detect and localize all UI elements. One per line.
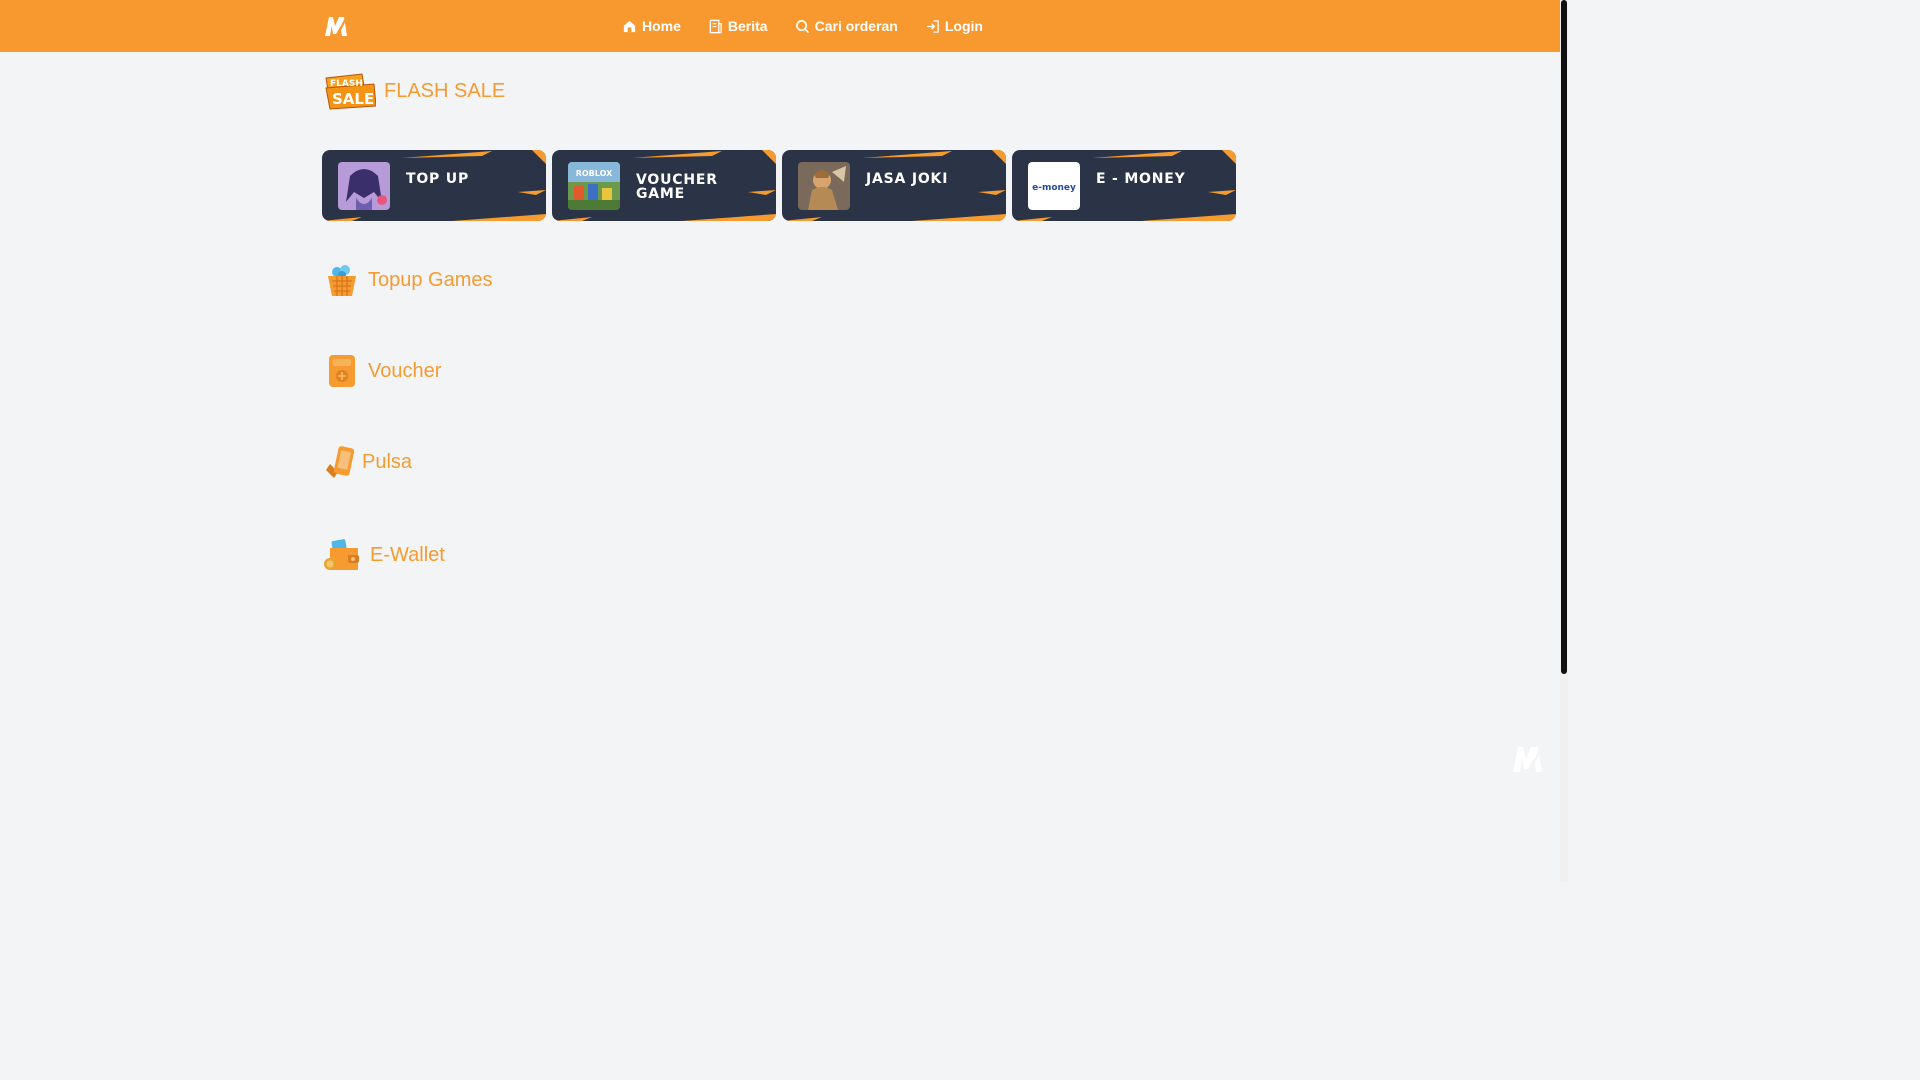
top-navbar: Home Berita Cari orderan Login	[0, 0, 1560, 52]
roblox-thumbnail-text: ROBLOX	[576, 169, 613, 178]
category-card-top-up[interactable]: TOP UP	[322, 150, 546, 221]
voucher-icon	[329, 355, 355, 387]
search-icon	[795, 19, 809, 33]
section-voucher: Voucher	[324, 353, 441, 389]
emoney-thumbnail-text: e-money	[1032, 183, 1076, 193]
wallet-icon	[324, 539, 359, 570]
section-topup-games: Topup Games	[324, 262, 493, 298]
flash-sale-badge-icon: FLASH SALE	[325, 73, 376, 110]
section-e-wallet: E-Wallet	[324, 536, 445, 574]
scrollbar-thumb[interactable]	[1561, 0, 1567, 674]
news-icon	[709, 19, 722, 33]
category-card-voucher-game[interactable]: ROBLOX VOUCHER GAME	[552, 150, 776, 221]
brand-logo-icon[interactable]	[324, 14, 348, 38]
section-title-e-wallet: E-Wallet	[370, 543, 445, 566]
category-label-jasa-joki: JASA JOKI	[866, 171, 949, 187]
nav-home[interactable]: Home	[622, 18, 681, 34]
flash-sale-header: FLASH SALE FLASH SALE	[324, 72, 505, 110]
nav-menu: Home Berita Cari orderan Login	[622, 0, 1010, 52]
phone-icon	[326, 446, 355, 478]
category-label-voucher-game: VOUCHER GAME	[636, 172, 718, 202]
nav-login[interactable]: Login	[925, 18, 983, 34]
category-cards: TOP UP ROBLOX VOUCHER GAME JASA JOKI e-m…	[322, 150, 1236, 221]
section-title-voucher: Voucher	[368, 359, 442, 382]
category-card-jasa-joki[interactable]: JASA JOKI	[782, 150, 1006, 221]
roblox-thumbnail: ROBLOX	[568, 162, 620, 210]
category-label-top-up: TOP UP	[406, 171, 470, 187]
top-up-thumbnail	[338, 162, 390, 210]
hero-thumbnail	[798, 162, 850, 210]
section-pulsa: Pulsa	[324, 444, 412, 480]
corner-brand-logo-icon	[1513, 747, 1543, 773]
home-icon	[623, 20, 636, 32]
nav-berita-label: Berita	[727, 18, 768, 34]
section-title-pulsa: Pulsa	[362, 450, 413, 473]
nav-home-label: Home	[642, 18, 681, 34]
flash-sale-badge-top: FLASH	[330, 79, 363, 89]
scrollbar-track[interactable]	[1560, 0, 1568, 882]
nav-cari-orderan-label: Cari orderan	[814, 18, 898, 34]
nav-berita[interactable]: Berita	[708, 18, 768, 34]
flash-sale-badge-bottom: SALE	[332, 90, 374, 108]
category-card-e-money[interactable]: e-money E - MONEY	[1012, 150, 1236, 221]
category-label-e-money: E - MONEY	[1096, 171, 1186, 187]
emoney-thumbnail: e-money	[1028, 162, 1080, 210]
nav-cari-orderan[interactable]: Cari orderan	[795, 18, 898, 34]
basket-icon	[328, 265, 356, 296]
nav-login-label: Login	[944, 18, 983, 34]
flash-sale-title: FLASH SALE	[384, 79, 506, 102]
login-icon	[926, 19, 939, 33]
section-title-topup-games: Topup Games	[368, 268, 493, 291]
